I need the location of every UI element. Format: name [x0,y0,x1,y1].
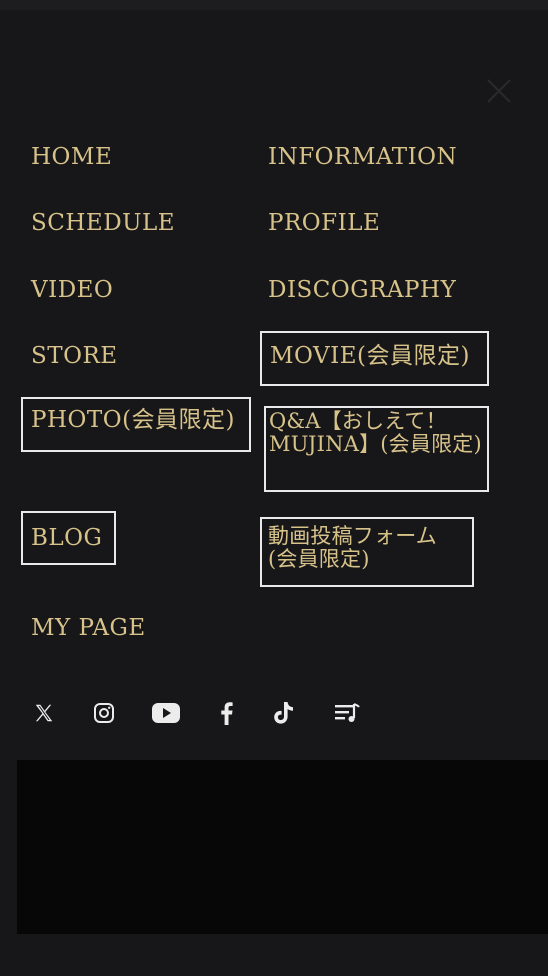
nav-movie[interactable]: MOVIE(会員限定) [260,331,489,386]
tiktok-link[interactable] [269,698,299,728]
nav-home[interactable]: HOME [31,146,112,169]
x-link[interactable] [29,698,59,728]
nav-profile[interactable]: PROFILE [268,212,380,235]
nav-video-submission-form[interactable]: 動画投稿フォーム(会員限定) [260,517,474,587]
youtube-icon [152,703,180,723]
x-icon [35,704,53,722]
playlist-icon [335,703,360,722]
tiktok-icon [274,702,293,724]
youtube-link[interactable] [151,698,181,728]
instagram-link[interactable] [89,698,119,728]
nav-qa[interactable]: Q&A【おしえて！MUJINA】(会員限定) [264,406,489,492]
footer-panel [17,760,548,934]
nav-my-page[interactable]: MY PAGE [31,617,146,640]
nav-blog[interactable]: BLOG [21,511,116,565]
nav-schedule[interactable]: SCHEDULE [31,212,175,235]
close-icon [487,79,511,103]
nav-store[interactable]: STORE [31,345,118,368]
playlist-link[interactable] [332,698,362,728]
facebook-link[interactable] [212,698,242,728]
facebook-icon [221,702,233,725]
instagram-icon [94,703,114,723]
nav-information[interactable]: INFORMATION [268,146,457,169]
nav-discography[interactable]: DISCOGRAPHY [268,279,456,302]
top-bar [0,0,548,10]
nav-photo[interactable]: PHOTO(会員限定) [21,397,251,452]
nav-video[interactable]: VIDEO [31,279,113,302]
close-menu-button[interactable] [484,76,514,106]
